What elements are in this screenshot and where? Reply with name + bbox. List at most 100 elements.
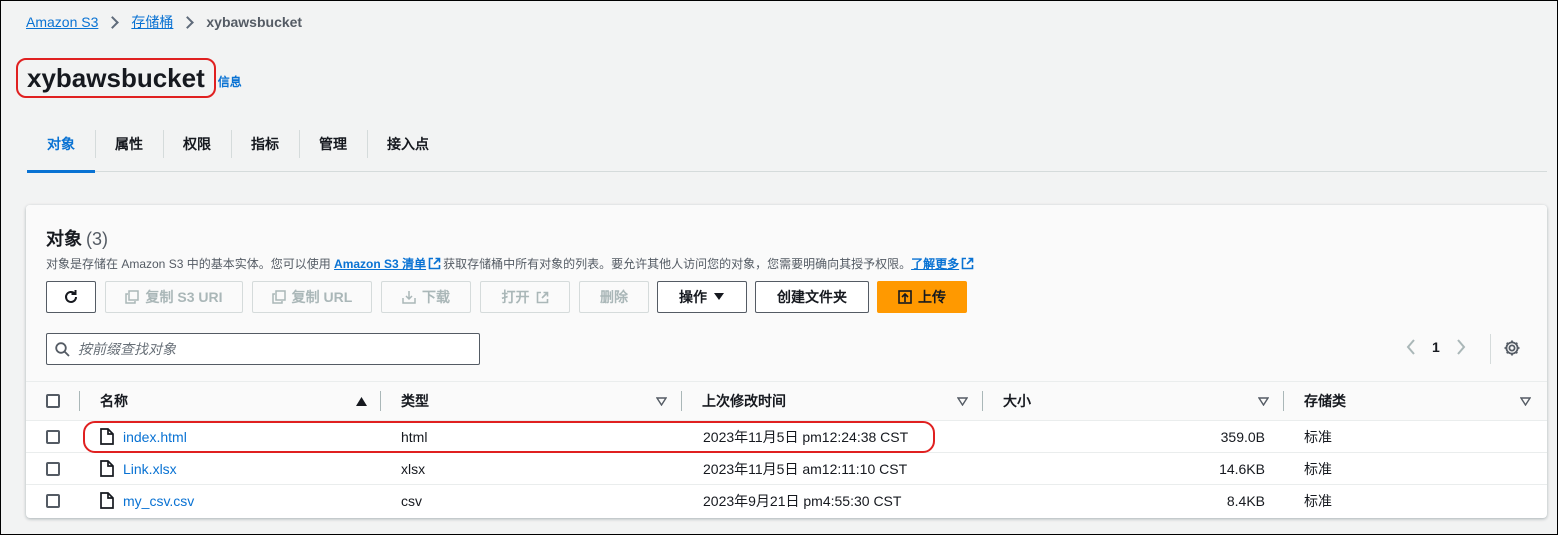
tab-metrics[interactable]: 指标 bbox=[231, 128, 299, 172]
tab-permissions[interactable]: 权限 bbox=[163, 128, 231, 172]
size-cell: 359.0B bbox=[1220, 428, 1265, 445]
modified-cell: 2023年9月21日 pm4:55:30 CST bbox=[703, 492, 902, 509]
table-header: 名称 类型 上次修改时间 大小 存储类 bbox=[26, 381, 1547, 421]
upload-label: 上传 bbox=[918, 289, 946, 305]
copy-url-button[interactable]: 复制 URL bbox=[252, 281, 372, 313]
objects-description: 对象是存储在 Amazon S3 中的基本实体。您可以使用 Amazon S3 … bbox=[46, 255, 976, 272]
info-link[interactable]: 信息 bbox=[218, 73, 242, 90]
column-header-type[interactable]: 类型 bbox=[401, 382, 429, 420]
sort-ascending-icon[interactable] bbox=[356, 397, 367, 406]
pagination: 1 bbox=[1406, 338, 1466, 356]
file-icon bbox=[100, 460, 114, 477]
create-folder-button[interactable]: 创建文件夹 bbox=[755, 281, 869, 313]
column-divider bbox=[380, 391, 381, 411]
refresh-button[interactable] bbox=[46, 281, 96, 313]
pager-divider bbox=[1490, 334, 1491, 364]
copy-url-label: 复制 URL bbox=[291, 289, 353, 305]
copy-s3-uri-label: 复制 S3 URI bbox=[145, 289, 223, 305]
search-icon bbox=[55, 341, 70, 357]
modified-cell: 2023年11月5日 am12:11:10 CST bbox=[703, 460, 908, 477]
tab-access-points[interactable]: 接入点 bbox=[367, 128, 449, 172]
actions-label: 操作 bbox=[679, 289, 707, 305]
inventory-link[interactable]: Amazon S3 清单 bbox=[334, 257, 426, 271]
type-cell: xlsx bbox=[401, 460, 426, 477]
search-box bbox=[46, 333, 480, 365]
copy-s3-uri-button[interactable]: 复制 S3 URI bbox=[105, 281, 243, 313]
objects-panel-header: 对象 (3) 对象是存储在 Amazon S3 中的基本实体。您可以使用 Amaz… bbox=[26, 205, 1547, 381]
column-header-modified[interactable]: 上次修改时间 bbox=[702, 382, 786, 420]
open-label: 打开 bbox=[501, 289, 530, 305]
column-header-size[interactable]: 大小 bbox=[1003, 382, 1031, 420]
page-title: xybawsbucket bbox=[16, 58, 216, 98]
create-folder-label: 创建文件夹 bbox=[777, 289, 847, 305]
file-icon bbox=[100, 428, 114, 445]
table-row: index.html html 2023年11月5日 pm12:24:38 CS… bbox=[26, 421, 1547, 453]
sort-caret-icon[interactable] bbox=[1258, 397, 1269, 406]
tab-management[interactable]: 管理 bbox=[299, 128, 367, 172]
table-row: my_csv.csv csv 2023年9月21日 pm4:55:30 CST … bbox=[26, 485, 1547, 517]
object-name-cell: my_csv.csv bbox=[100, 485, 194, 516]
row-checkbox[interactable] bbox=[46, 462, 60, 476]
modified-cell: 2023年11月5日 pm12:24:38 CST bbox=[703, 428, 909, 445]
object-link[interactable]: index.html bbox=[123, 429, 187, 445]
page-header: xybawsbucket 信息 bbox=[16, 58, 242, 98]
chevron-right-icon bbox=[106, 15, 120, 29]
file-icon bbox=[100, 492, 114, 509]
breadcrumb: Amazon S3 存储桶 xybawsbucket bbox=[26, 13, 302, 31]
type-cell: csv bbox=[401, 492, 422, 509]
delete-button[interactable]: 删除 bbox=[579, 281, 649, 313]
size-cell: 8.4KB bbox=[1226, 492, 1265, 509]
column-header-name[interactable]: 名称 bbox=[100, 382, 128, 420]
copy-icon bbox=[271, 290, 286, 304]
column-divider bbox=[982, 391, 983, 411]
column-header-storage-class[interactable]: 存储类 bbox=[1304, 382, 1346, 420]
learn-more-link[interactable]: 了解更多 bbox=[911, 257, 959, 271]
page-number[interactable]: 1 bbox=[1432, 339, 1440, 355]
breadcrumb-amazon-s3[interactable]: Amazon S3 bbox=[26, 14, 98, 30]
upload-button[interactable]: 上传 bbox=[877, 281, 967, 313]
objects-count: (3) bbox=[86, 229, 108, 249]
sort-caret-icon[interactable] bbox=[1520, 397, 1531, 406]
column-divider bbox=[79, 391, 80, 411]
select-all-checkbox[interactable] bbox=[46, 394, 60, 408]
column-divider bbox=[681, 391, 682, 411]
object-name-cell: index.html bbox=[100, 421, 187, 452]
download-icon bbox=[402, 291, 416, 304]
refresh-icon bbox=[65, 290, 77, 303]
breadcrumb-buckets[interactable]: 存储桶 bbox=[131, 12, 173, 32]
download-label: 下载 bbox=[422, 289, 450, 305]
delete-label: 删除 bbox=[600, 289, 628, 305]
tab-properties[interactable]: 属性 bbox=[95, 128, 163, 172]
objects-panel-title: 对象 (3) bbox=[46, 225, 108, 251]
external-link-icon bbox=[536, 291, 548, 303]
object-link[interactable]: my_csv.csv bbox=[123, 493, 194, 509]
copy-icon bbox=[125, 290, 140, 304]
row-checkbox[interactable] bbox=[46, 430, 60, 444]
breadcrumb-current: xybawsbucket bbox=[206, 14, 303, 30]
object-link[interactable]: Link.xlsx bbox=[123, 461, 177, 477]
row-checkbox[interactable] bbox=[46, 494, 60, 508]
column-divider bbox=[1283, 391, 1284, 411]
caret-down-icon bbox=[714, 293, 724, 300]
sort-caret-icon[interactable] bbox=[656, 397, 667, 406]
table-row: Link.xlsx xlsx 2023年11月5日 am12:11:10 CST… bbox=[26, 453, 1547, 485]
chevron-left-icon[interactable] bbox=[1406, 338, 1416, 356]
storage-class-cell: 标准 bbox=[1304, 428, 1332, 445]
s3-bucket-page: Amazon S3 存储桶 xybawsbucket xybawsbucket … bbox=[0, 0, 1558, 535]
bucket-tabs: 对象 属性 权限 指标 管理 接入点 bbox=[27, 128, 1547, 173]
actions-dropdown[interactable]: 操作 bbox=[657, 281, 747, 313]
desc-prefix: 对象是存储在 Amazon S3 中的基本实体。您可以使用 bbox=[46, 257, 335, 271]
external-link-icon bbox=[428, 257, 441, 270]
sort-caret-icon[interactable] bbox=[957, 397, 968, 406]
external-link-icon bbox=[961, 257, 974, 270]
type-cell: html bbox=[401, 428, 428, 445]
open-button[interactable]: 打开 bbox=[480, 281, 570, 313]
chevron-right-icon bbox=[181, 15, 195, 29]
object-name-cell: Link.xlsx bbox=[100, 453, 177, 484]
download-button[interactable]: 下载 bbox=[381, 281, 471, 313]
search-input[interactable] bbox=[78, 341, 458, 357]
chevron-right-icon[interactable] bbox=[1456, 338, 1466, 356]
gear-icon[interactable] bbox=[1503, 339, 1521, 357]
objects-title: 对象 bbox=[46, 229, 82, 249]
tab-objects[interactable]: 对象 bbox=[27, 128, 95, 173]
